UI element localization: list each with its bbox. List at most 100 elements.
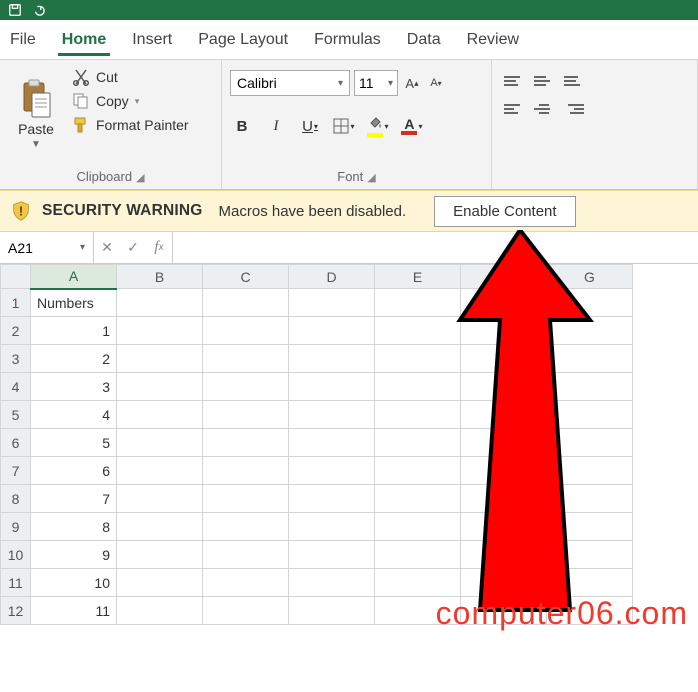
fill-color-button[interactable]: ▾	[366, 114, 390, 138]
cell[interactable]	[117, 401, 203, 429]
align-bottom-button[interactable]	[564, 72, 584, 90]
increase-font-button[interactable]: A▴	[402, 70, 422, 96]
cell[interactable]	[375, 401, 461, 429]
cell[interactable]	[203, 289, 289, 317]
cell[interactable]	[461, 513, 547, 541]
row-header[interactable]: 12	[1, 597, 31, 625]
tab-formulas[interactable]: Formulas	[310, 25, 385, 59]
name-box[interactable]: A21 ▾	[0, 232, 94, 263]
cell[interactable]	[117, 457, 203, 485]
undo-icon[interactable]	[30, 2, 48, 18]
cell[interactable]	[547, 457, 633, 485]
cell[interactable]	[289, 541, 375, 569]
cell[interactable]	[547, 373, 633, 401]
column-header[interactable]: D	[289, 265, 375, 289]
cell[interactable]	[203, 345, 289, 373]
format-painter-button[interactable]: Format Painter	[72, 116, 189, 134]
cell[interactable]	[547, 429, 633, 457]
row-header[interactable]: 4	[1, 373, 31, 401]
paste-dropdown-icon[interactable]: ▼	[31, 139, 41, 150]
tab-file[interactable]: File	[6, 25, 40, 59]
cell[interactable]	[547, 289, 633, 317]
paste-button[interactable]: Paste ▼	[8, 66, 64, 158]
column-header[interactable]: E	[375, 265, 461, 289]
cell[interactable]	[289, 373, 375, 401]
cell[interactable]	[461, 429, 547, 457]
cell[interactable]	[203, 429, 289, 457]
cell[interactable]: 9	[31, 541, 117, 569]
cell[interactable]	[203, 485, 289, 513]
border-button[interactable]: ▾	[332, 114, 356, 138]
accept-formula-button[interactable]: ✓	[120, 239, 146, 256]
row-header[interactable]: 11	[1, 569, 31, 597]
cell[interactable]	[117, 597, 203, 625]
cell[interactable]	[289, 401, 375, 429]
font-launcher-icon[interactable]: ◢	[367, 171, 375, 184]
cell[interactable]	[203, 317, 289, 345]
align-center-button[interactable]	[534, 100, 554, 118]
save-icon[interactable]	[6, 2, 24, 18]
cell[interactable]	[547, 541, 633, 569]
align-middle-button[interactable]	[534, 72, 554, 90]
cell[interactable]	[289, 513, 375, 541]
cell[interactable]: 1	[31, 317, 117, 345]
cell[interactable]	[117, 569, 203, 597]
cell[interactable]: 3	[31, 373, 117, 401]
row-header[interactable]: 9	[1, 513, 31, 541]
cell[interactable]: 7	[31, 485, 117, 513]
bold-button[interactable]: B	[230, 114, 254, 138]
cell[interactable]	[289, 457, 375, 485]
cell[interactable]	[461, 289, 547, 317]
cell[interactable]	[461, 317, 547, 345]
formula-input[interactable]	[173, 232, 698, 263]
row-header[interactable]: 8	[1, 485, 31, 513]
tab-page-layout[interactable]: Page Layout	[194, 25, 292, 59]
row-header[interactable]: 6	[1, 429, 31, 457]
cell[interactable]	[289, 289, 375, 317]
cell[interactable]	[375, 457, 461, 485]
cell[interactable]	[117, 373, 203, 401]
cell[interactable]	[117, 429, 203, 457]
cell[interactable]	[117, 513, 203, 541]
cell[interactable]	[203, 541, 289, 569]
cell[interactable]	[547, 513, 633, 541]
underline-button[interactable]: U▾	[298, 114, 322, 138]
cell[interactable]	[375, 541, 461, 569]
cell[interactable]	[461, 541, 547, 569]
row-header[interactable]: 1	[1, 289, 31, 317]
align-left-button[interactable]	[504, 100, 524, 118]
select-all-corner[interactable]	[1, 265, 31, 289]
row-header[interactable]: 7	[1, 457, 31, 485]
column-header[interactable]: B	[117, 265, 203, 289]
cell[interactable]	[461, 345, 547, 373]
cell[interactable]	[375, 345, 461, 373]
row-header[interactable]: 5	[1, 401, 31, 429]
row-header[interactable]: 2	[1, 317, 31, 345]
tab-insert[interactable]: Insert	[128, 25, 176, 59]
cell[interactable]	[547, 345, 633, 373]
cell[interactable]	[203, 457, 289, 485]
cell[interactable]	[203, 401, 289, 429]
cell[interactable]	[117, 289, 203, 317]
column-header[interactable]: C	[203, 265, 289, 289]
cell[interactable]: 5	[31, 429, 117, 457]
cell[interactable]	[375, 569, 461, 597]
column-header[interactable]: F	[461, 265, 547, 289]
cell[interactable]	[375, 485, 461, 513]
cell[interactable]	[461, 485, 547, 513]
cell[interactable]: 2	[31, 345, 117, 373]
cell[interactable]	[375, 429, 461, 457]
cell[interactable]	[547, 317, 633, 345]
cell[interactable]	[375, 373, 461, 401]
cell[interactable]	[461, 569, 547, 597]
cell[interactable]: 8	[31, 513, 117, 541]
row-header[interactable]: 3	[1, 345, 31, 373]
cell[interactable]: 4	[31, 401, 117, 429]
row-header[interactable]: 10	[1, 541, 31, 569]
cell[interactable]	[117, 485, 203, 513]
cell[interactable]	[289, 485, 375, 513]
cell[interactable]	[289, 597, 375, 625]
cell[interactable]	[547, 485, 633, 513]
italic-button[interactable]: I	[264, 114, 288, 138]
tab-home[interactable]: Home	[58, 25, 110, 59]
